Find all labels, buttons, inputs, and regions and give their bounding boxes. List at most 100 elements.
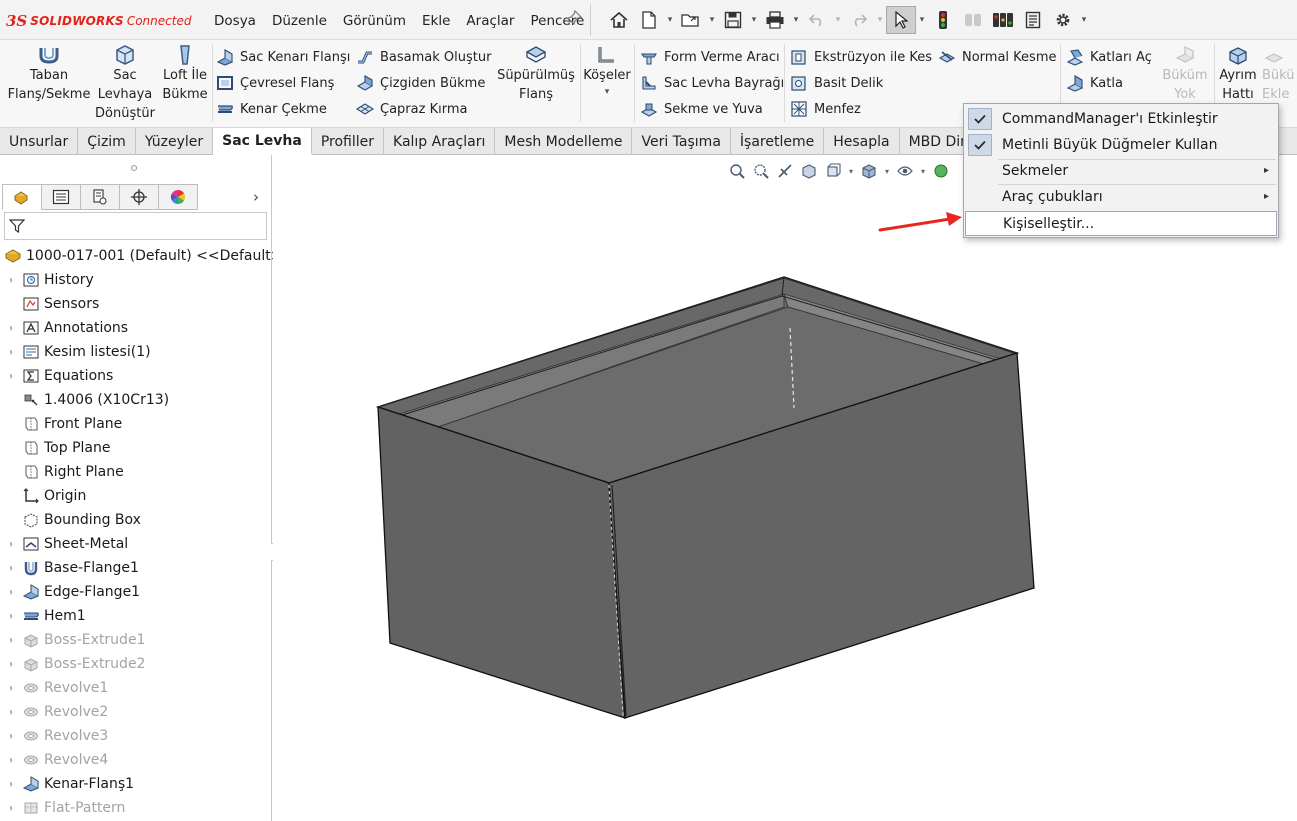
tree-item[interactable]: › Boss-Extrude2 — [0, 652, 272, 676]
chevron-down-icon[interactable]: ▾ — [790, 6, 802, 34]
tab-mesh-modelleme[interactable]: Mesh Modelleme — [495, 128, 633, 155]
chevron-down-icon[interactable]: ▾ — [706, 6, 718, 34]
base-flange-button[interactable]: Taban Flanş/Sekme — [8, 44, 90, 104]
jog-button[interactable]: Basamak Oluştur — [356, 44, 491, 70]
tree-item[interactable]: › Revolve3 — [0, 724, 272, 748]
menu-item-use-large-buttons[interactable]: Metinli Büyük Düğmeler Kullan — [965, 132, 1277, 157]
tree-item[interactable]: Bounding Box — [0, 508, 272, 532]
configuration-manager-tab[interactable] — [80, 184, 120, 210]
graphics-area[interactable] — [273, 155, 1297, 821]
sheet-metal-gusset-button[interactable]: Sac Levha Bayrağı — [640, 70, 784, 96]
property-manager-tab[interactable] — [41, 184, 81, 210]
tree-item[interactable]: Origin — [0, 484, 272, 508]
lofted-bend-button[interactable]: Loft İle Bükme — [160, 44, 210, 104]
menu-item-tabs[interactable]: Sekmeler ▸ — [965, 158, 1277, 183]
corners-button[interactable]: Köşeler ▾ — [583, 44, 631, 99]
chevron-right-icon[interactable]: › — [4, 347, 18, 358]
chevron-right-icon[interactable]: › — [4, 659, 18, 670]
redo-icon[interactable] — [844, 6, 874, 34]
chevron-down-icon[interactable]: ▾ — [664, 6, 676, 34]
chevron-right-icon[interactable]: › — [4, 539, 18, 550]
insert-bends-button[interactable]: Bükü Ekle — [1262, 44, 1297, 104]
previous-view-icon[interactable] — [774, 161, 796, 181]
hem-button[interactable]: Kenar Çekme — [216, 96, 350, 122]
tab-isaretleme[interactable]: İşaretleme — [731, 128, 825, 155]
select-cursor-icon[interactable] — [886, 6, 916, 34]
chevron-down-icon[interactable]: ▾ — [846, 161, 856, 181]
view-orientation-icon[interactable] — [822, 161, 844, 181]
tab-yuzeyler[interactable]: Yüzeyler — [136, 128, 214, 155]
forming-tool-button[interactable]: Form Verme Aracı — [640, 44, 784, 70]
convert-to-sheet-metal-button[interactable]: Sac Levhaya Dönüştür — [94, 44, 156, 123]
hide-show-items-icon[interactable] — [894, 161, 916, 181]
tree-item[interactable]: › Flat-Pattern — [0, 796, 272, 820]
pin-icon[interactable] — [566, 9, 584, 28]
tree-item[interactable]: › Boss-Extrude1 — [0, 628, 272, 652]
simple-hole-button[interactable]: Basit Delik — [790, 70, 932, 96]
chevron-right-icon[interactable]: › — [4, 275, 18, 286]
chevron-down-icon[interactable]: ▾ — [874, 6, 886, 34]
appearance-icon[interactable] — [930, 161, 952, 181]
tab-unsurlar[interactable]: Unsurlar — [0, 128, 79, 155]
tree-item[interactable]: › Kesim listesi(1) — [0, 340, 272, 364]
tree-filter-input[interactable] — [4, 212, 267, 240]
tab-and-slot-button[interactable]: Sekme ve Yuva — [640, 96, 784, 122]
chevron-right-icon[interactable]: › — [4, 803, 18, 814]
chevron-right-icon[interactable]: › — [4, 683, 18, 694]
tree-item[interactable]: › Edge-Flange1 — [0, 580, 272, 604]
tree-item[interactable]: › Revolve1 — [0, 676, 272, 700]
tree-item[interactable]: Top Plane — [0, 436, 272, 460]
chevron-right-icon[interactable]: › — [4, 371, 18, 382]
tab-veri-tasima[interactable]: Veri Taşıma — [632, 128, 731, 155]
normal-cut-button[interactable]: Normal Kesme — [938, 44, 1056, 70]
menu-duzenle[interactable]: Düzenle — [272, 13, 335, 29]
tree-item[interactable]: › Base-Flange1 — [0, 556, 272, 580]
tab-kalip-araclari[interactable]: Kalıp Araçları — [384, 128, 496, 155]
panel-grip-handle[interactable] — [131, 165, 137, 171]
solidworks-logo[interactable]: 3S SOLIDWORKS Connected — [6, 12, 191, 30]
file-properties-icon[interactable] — [1018, 6, 1048, 34]
zoom-to-area-icon[interactable] — [750, 161, 772, 181]
tree-item[interactable]: › History — [0, 268, 272, 292]
tree-item[interactable]: Sensors — [0, 292, 272, 316]
rip-button[interactable]: Ayrım Hattı — [1216, 44, 1260, 104]
tab-profiller[interactable]: Profiller — [312, 128, 385, 155]
rebuild-status-icon[interactable] — [988, 6, 1018, 34]
edge-flange-button[interactable]: Sac Kenarı Flanşı — [216, 44, 350, 70]
chevron-right-icon[interactable]: › — [4, 323, 18, 334]
display-manager-tab[interactable] — [158, 184, 198, 210]
tree-item[interactable]: › Sheet-Metal — [0, 532, 272, 556]
miter-flange-button[interactable]: Çevresel Flanş — [216, 70, 350, 96]
unfold-button[interactable]: Katları Aç — [1066, 44, 1152, 70]
menu-araclar[interactable]: Araçlar — [466, 13, 522, 29]
fold-button[interactable]: Katla — [1066, 70, 1152, 96]
chevron-right-icon[interactable]: › — [253, 188, 259, 206]
open-folder-icon[interactable] — [676, 6, 706, 34]
tree-item[interactable]: › Annotations — [0, 316, 272, 340]
stop-rebuild-icon[interactable] — [958, 6, 988, 34]
section-view-icon[interactable] — [798, 161, 820, 181]
tree-item[interactable]: 1.4006 (X10Cr13) — [0, 388, 272, 412]
chevron-right-icon[interactable]: › — [4, 731, 18, 742]
tree-root-part[interactable]: 1000-017-001 (Default) <<Default>_ — [0, 244, 290, 268]
tree-item[interactable]: › Equations — [0, 364, 272, 388]
menu-item-enable-commandmanager[interactable]: CommandManager'ı Etkinleştir — [965, 106, 1277, 131]
chevron-right-icon[interactable]: › — [4, 587, 18, 598]
tree-item[interactable]: › Kenar-Flanş1 — [0, 772, 272, 796]
feature-manager-tab[interactable] — [2, 184, 42, 210]
chevron-right-icon[interactable]: › — [4, 563, 18, 574]
sheet-metal-box-model[interactable] — [273, 155, 1297, 821]
tree-item[interactable]: Right Plane — [0, 460, 272, 484]
chevron-down-icon[interactable]: ▾ — [748, 6, 760, 34]
no-bends-button[interactable]: Büküm Yok — [1160, 44, 1210, 104]
chevron-down-icon[interactable]: ▾ — [918, 161, 928, 181]
chevron-right-icon[interactable]: › — [4, 755, 18, 766]
home-icon[interactable] — [604, 6, 634, 34]
menu-item-customize[interactable]: Kişiselleştir... — [965, 211, 1277, 236]
tree-item[interactable]: › Revolve4 — [0, 748, 272, 772]
chevron-down-icon[interactable]: ▾ — [1078, 6, 1090, 34]
sketched-bend-button[interactable]: Çizgiden Bükme — [356, 70, 491, 96]
chevron-right-icon[interactable]: › — [4, 779, 18, 790]
chevron-right-icon[interactable]: › — [4, 707, 18, 718]
new-document-icon[interactable] — [634, 6, 664, 34]
